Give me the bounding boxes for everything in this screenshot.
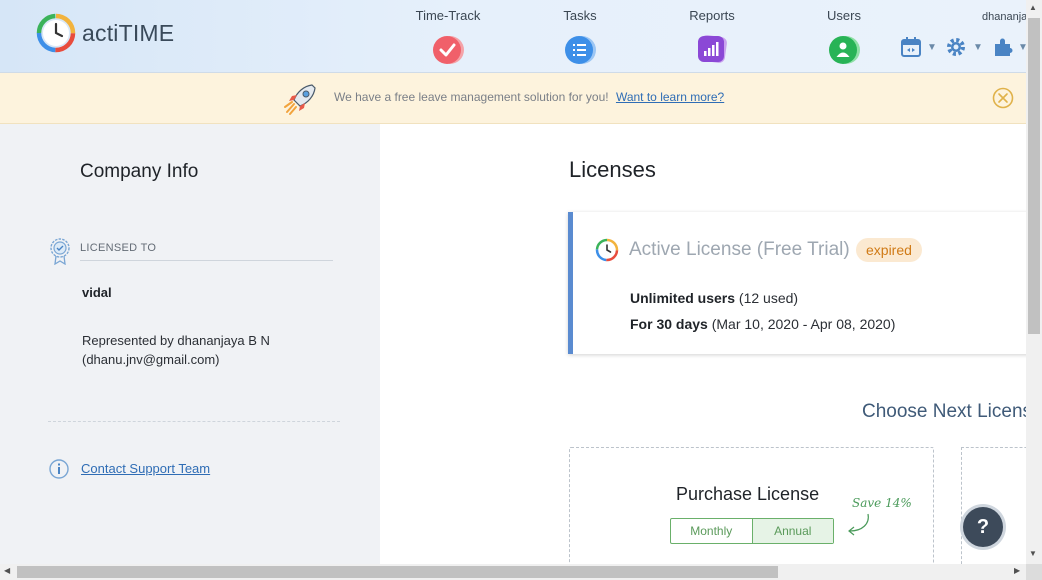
contact-support-link[interactable]: Contact Support Team [81,461,210,476]
nav-reports[interactable]: Reports [667,8,757,66]
close-banner-icon[interactable] [992,87,1014,109]
nav-label: Users [827,8,861,23]
billing-period-toggle: Monthly Annual [670,518,834,544]
company-info-title: Company Info [80,161,199,182]
time-track-icon [433,36,464,64]
scroll-up-icon[interactable]: ▲ [1029,3,1037,12]
chevron-down-icon[interactable]: ▼ [973,42,983,53]
status-badge: expired [856,238,922,262]
scroll-left-icon[interactable]: ◀ [4,566,10,575]
active-license-card [568,212,1031,354]
nav-label: Time-Track [415,8,481,23]
licensed-to-label: LICENSED TO [80,242,157,254]
arrow-icon [848,513,869,536]
help-button[interactable]: ? [963,507,1003,547]
divider [48,421,340,422]
gear-icon[interactable] [945,36,967,58]
vertical-scroll-thumb[interactable] [1028,18,1040,334]
license-title: Active License (Free Trial) [629,239,850,260]
chevron-down-icon[interactable]: ▼ [927,42,937,53]
reports-icon [698,35,727,63]
certificate-icon [50,238,70,265]
horizontal-scroll-thumb[interactable] [17,566,778,578]
scrollbar-corner [1026,564,1042,580]
divider [80,260,333,261]
actitime-logo-icon[interactable] [36,13,76,53]
banner-text: We have a free leave management solution… [334,90,609,104]
annual-option[interactable]: Annual [751,519,833,543]
users-detail: (12 used) [738,290,799,306]
license-period: For 30 days (Mar 10, 2020 - Apr 08, 2020… [630,316,895,332]
monthly-option[interactable]: Monthly [671,519,752,543]
purchase-license-title: Purchase License [676,484,820,504]
nav-users[interactable]: Users [799,8,889,66]
puzzle-icon[interactable] [992,36,1014,58]
page-title: Licenses [569,157,656,182]
period-detail: (Mar 10, 2020 - Apr 08, 2020) [711,316,896,332]
nav-time-track[interactable]: Time-Track [403,8,493,66]
nav-tasks[interactable]: Tasks [535,8,625,66]
nav-label: Tasks [563,8,597,23]
calendar-icon[interactable] [900,36,922,58]
license-users: Unlimited users (12 used) [630,290,798,306]
nav-label: Reports [689,8,735,23]
representative-email: (dhanu.jnv@gmail.com) [82,352,220,367]
clock-icon [595,238,619,262]
purchase-license-card [569,447,934,579]
learn-more-link[interactable]: Want to learn more? [616,90,724,104]
representative-name: Represented by dhananjaya B N [82,333,270,348]
rocket-icon [284,84,316,115]
users-bold: Unlimited users [630,290,736,306]
choose-license-title: Choose Next License [862,401,1042,422]
scroll-right-icon[interactable]: ▶ [1014,566,1020,575]
users-icon [829,36,860,64]
scroll-down-icon[interactable]: ▼ [1029,549,1037,558]
info-icon [49,459,69,479]
licensee-name: vidal [82,285,112,300]
app-name: actiTIME [82,20,175,46]
tasks-icon [565,36,596,64]
save-note: Save 14% [852,496,912,510]
period-bold: For 30 days [630,316,708,332]
banner-message: We have a free leave management solution… [334,90,724,104]
